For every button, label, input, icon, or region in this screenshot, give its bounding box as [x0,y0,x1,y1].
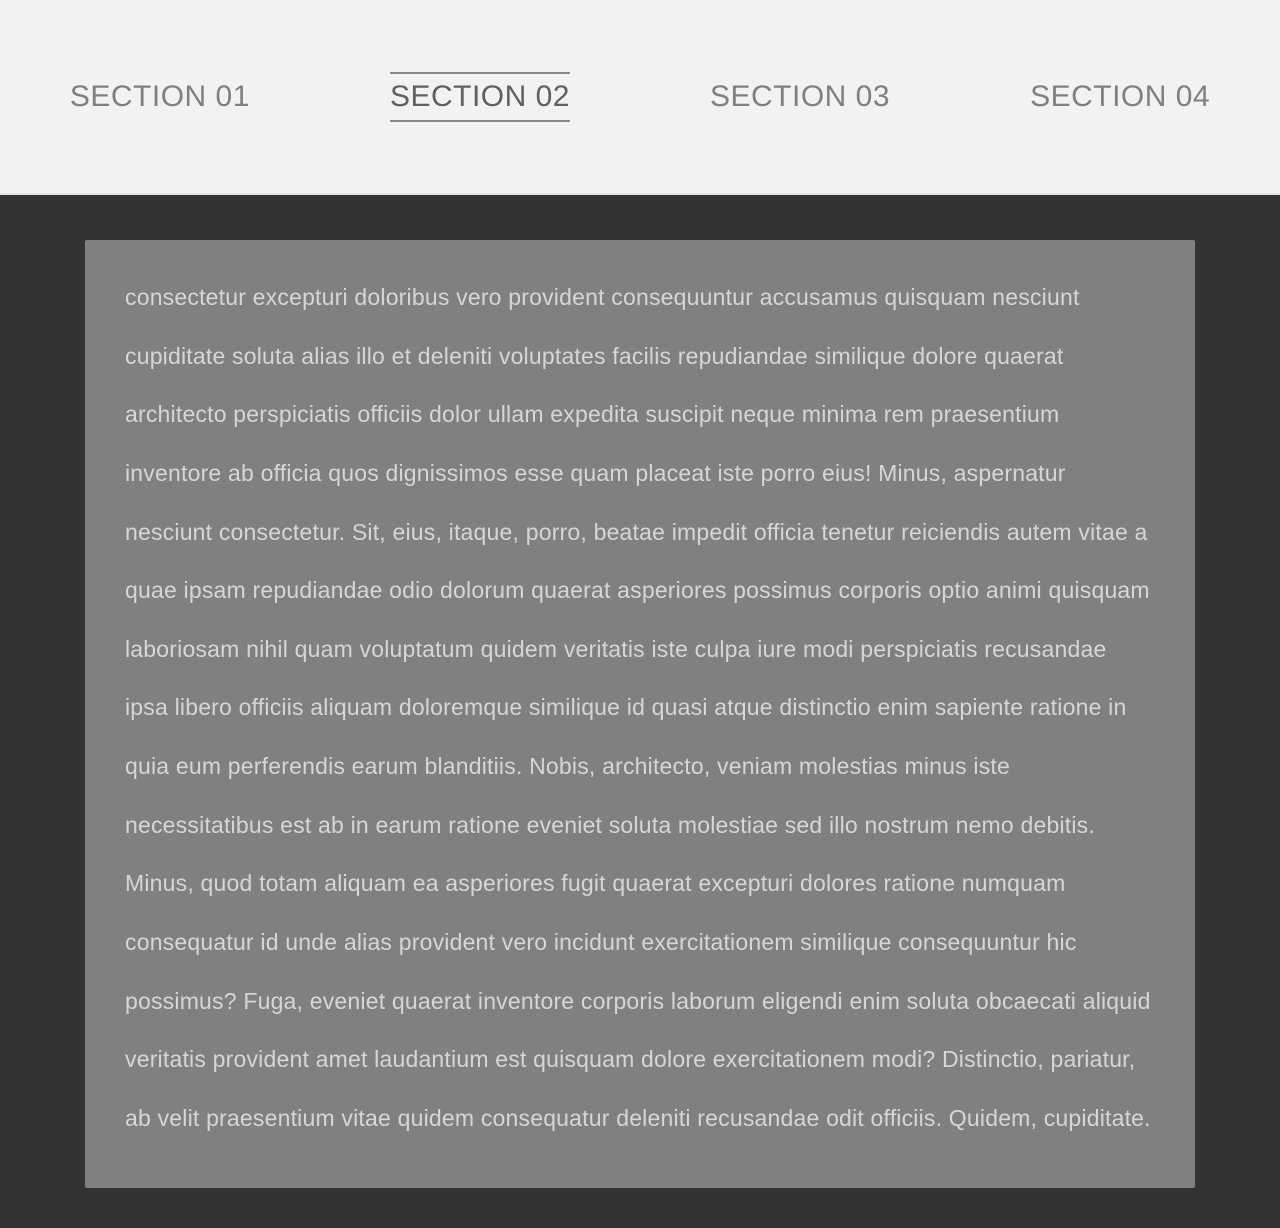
section-nav: SECTION 01 SECTION 02 SECTION 03 SECTION… [0,0,1280,195]
nav-item-section-03[interactable]: SECTION 03 [710,74,890,120]
nav-item-section-02[interactable]: SECTION 02 [390,72,570,122]
content-area: consectetur excepturi doloribus vero pro… [0,195,1280,1228]
nav-item-section-04[interactable]: SECTION 04 [1030,74,1210,120]
content-panel: consectetur excepturi doloribus vero pro… [85,240,1195,1188]
nav-item-section-01[interactable]: SECTION 01 [70,74,250,120]
content-body-text: consectetur excepturi doloribus vero pro… [125,268,1155,1148]
